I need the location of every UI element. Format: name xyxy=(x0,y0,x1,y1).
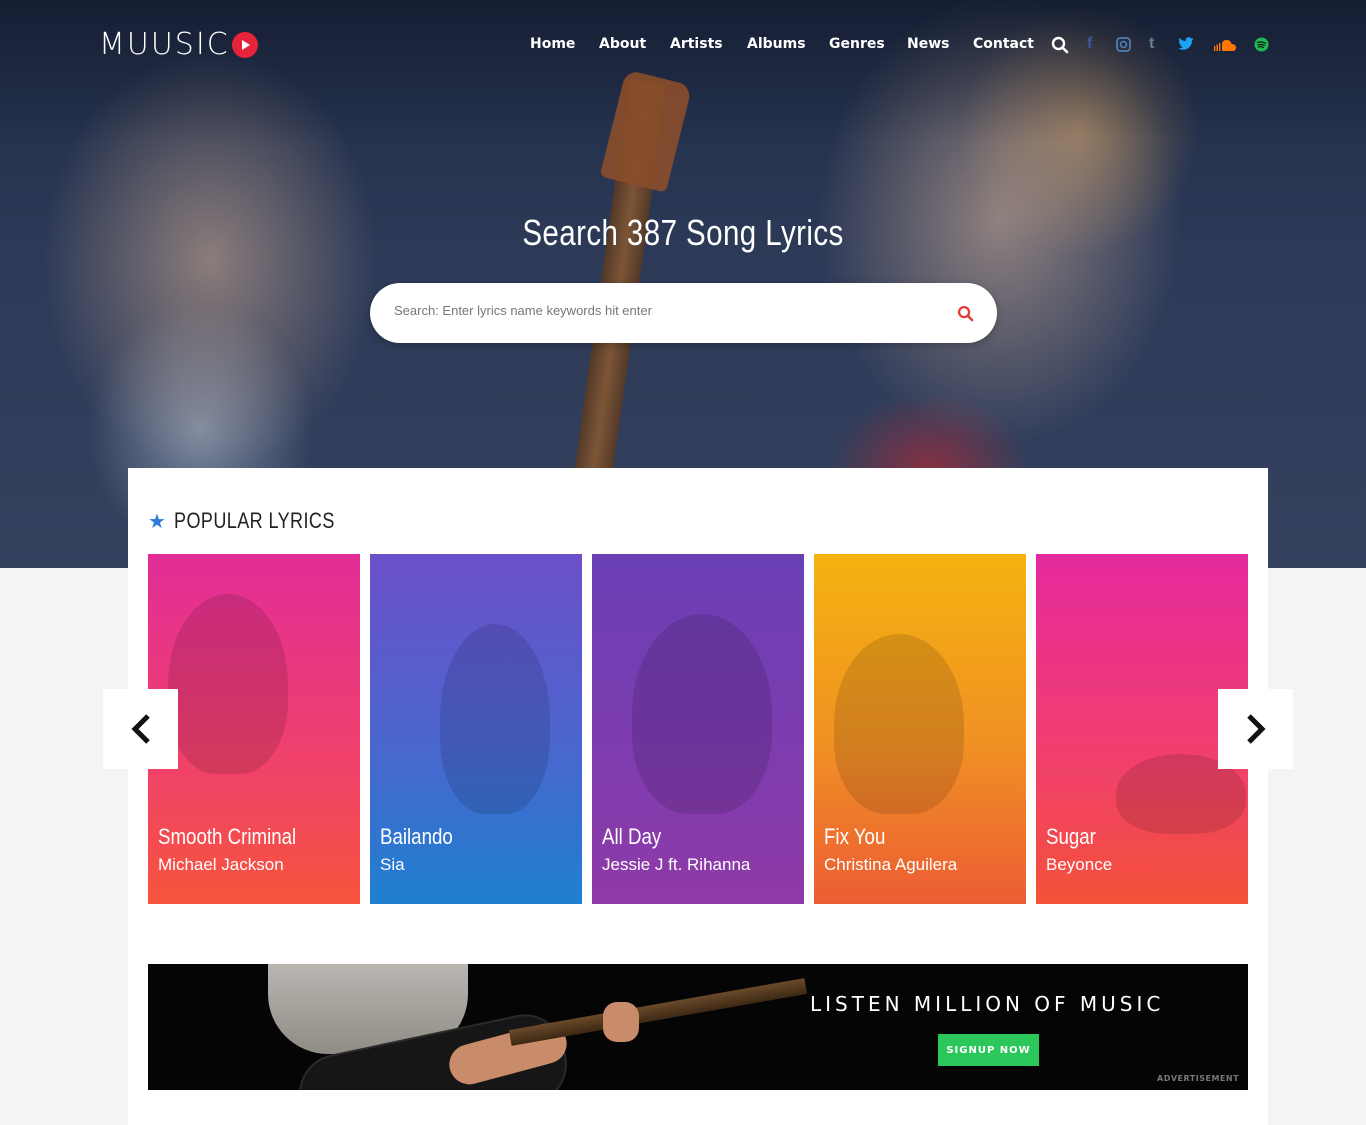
card-artist: Sia xyxy=(380,855,405,874)
twitter-icon[interactable] xyxy=(1178,37,1194,55)
carousel-prev-button[interactable] xyxy=(103,689,178,769)
search-input[interactable] xyxy=(394,303,934,318)
card-title: Sugar xyxy=(1046,824,1096,849)
site-logo[interactable]: MUUSIC xyxy=(99,27,258,62)
nav-albums[interactable]: Albums xyxy=(747,36,806,52)
instagram-icon[interactable] xyxy=(1116,37,1131,56)
logo-text: MUUSIC xyxy=(99,27,230,62)
popular-lyrics-heading: ★ POPULAR LYRICS xyxy=(148,508,370,534)
lyric-card[interactable]: Sugar Beyonce xyxy=(1036,554,1248,904)
chevron-left-icon xyxy=(130,714,150,744)
nav-news[interactable]: News xyxy=(907,36,949,52)
lyrics-search-bar xyxy=(370,283,997,343)
nav-contact[interactable]: Contact xyxy=(973,36,1034,52)
search-icon[interactable] xyxy=(1051,36,1069,54)
signup-now-button[interactable]: SIGNUP NOW xyxy=(938,1034,1039,1066)
search-submit-icon[interactable] xyxy=(957,305,974,326)
card-image xyxy=(834,634,964,814)
guitarist-hand-image xyxy=(603,1002,639,1042)
lyric-card[interactable]: All Day Jessie J ft. Rihanna xyxy=(592,554,804,904)
card-artist: Michael Jackson xyxy=(158,855,284,874)
guitar-neck-image xyxy=(508,978,808,1046)
card-artist: Christina Aguilera xyxy=(824,855,958,874)
card-artist: Beyonce xyxy=(1046,855,1113,874)
card-title: Fix You xyxy=(824,824,886,849)
advertisement-banner[interactable]: LISTEN MILLION OF MUSIC SIGNUP NOW ADVER… xyxy=(148,964,1248,1090)
card-image xyxy=(168,594,288,774)
lyric-card[interactable]: Bailando Sia xyxy=(370,554,582,904)
facebook-icon[interactable]: f xyxy=(1087,35,1092,53)
tumblr-icon[interactable]: t xyxy=(1149,35,1154,53)
advertisement-label: ADVERTISEMENT xyxy=(1157,1074,1240,1083)
lyric-card[interactable]: Fix You Christina Aguilera xyxy=(814,554,1026,904)
chevron-right-icon xyxy=(1246,714,1266,744)
card-image xyxy=(440,624,550,814)
card-image xyxy=(632,614,772,814)
lyric-card[interactable]: Smooth Criminal Michael Jackson xyxy=(148,554,360,904)
banner-headline: LISTEN MILLION OF MUSIC xyxy=(810,992,1165,1016)
nav-genres[interactable]: Genres xyxy=(829,36,885,52)
card-artist: Jessie J ft. Rihanna xyxy=(602,855,751,874)
nav-artists[interactable]: Artists xyxy=(670,36,723,52)
nav-home[interactable]: Home xyxy=(530,36,575,52)
carousel-next-button[interactable] xyxy=(1218,689,1293,769)
card-title: All Day xyxy=(602,824,662,849)
soundcloud-icon[interactable] xyxy=(1213,38,1237,56)
section-title: POPULAR LYRICS xyxy=(173,508,335,533)
hero-title: Search 387 Song Lyrics xyxy=(522,212,844,253)
card-title: Smooth Criminal xyxy=(158,824,297,849)
play-icon xyxy=(231,31,258,58)
star-icon: ★ xyxy=(148,509,166,533)
spotify-icon[interactable] xyxy=(1254,37,1269,56)
card-title: Bailando xyxy=(380,824,453,849)
nav-about[interactable]: About xyxy=(599,36,646,52)
